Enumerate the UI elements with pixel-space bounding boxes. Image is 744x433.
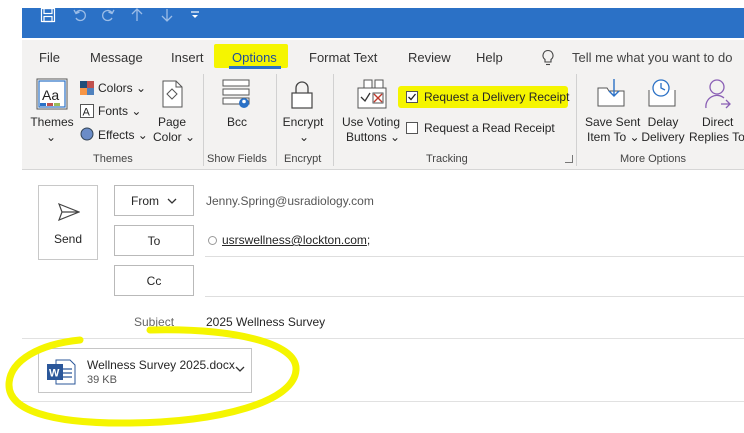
page-color-icon[interactable] (160, 80, 184, 113)
arrow-up-icon[interactable] (127, 0, 147, 30)
direct-replies-icon[interactable] (703, 78, 733, 115)
delay-delivery-icon[interactable] (647, 78, 677, 113)
page-color-label-1[interactable]: Page (150, 115, 194, 129)
send-icon (58, 203, 80, 221)
from-button[interactable]: From (114, 185, 194, 216)
tracking-group-label: Tracking (426, 153, 468, 165)
presence-icon (208, 235, 217, 245)
tab-file[interactable]: File (39, 50, 60, 65)
effects-button[interactable]: Effects ⌄ (98, 128, 148, 142)
ribbon-separator (333, 74, 334, 166)
save-sent-label-1[interactable]: Save Sent (585, 115, 640, 129)
voting-button[interactable]: Buttons ⌄ (346, 130, 400, 144)
save-icon[interactable] (38, 0, 58, 30)
tab-format-text[interactable]: Format Text (309, 50, 377, 65)
save-sent-item-icon[interactable] (596, 78, 626, 113)
read-receipt-checkbox[interactable] (406, 122, 418, 134)
to-address: usrswellness@lockton.com (222, 233, 367, 247)
tab-options[interactable]: Options (232, 50, 277, 65)
send-button[interactable]: Send (38, 185, 98, 260)
delivery-receipt-checkbox[interactable] (406, 91, 418, 103)
svg-text:A: A (83, 107, 91, 119)
colors-label: Colors (98, 81, 133, 95)
colors-button[interactable]: Colors ⌄ (98, 81, 146, 95)
tracking-dialog-launcher-icon[interactable] (565, 155, 573, 163)
chevron-down-icon (167, 198, 177, 204)
options-tab-underline (229, 66, 281, 69)
to-button[interactable]: To (114, 225, 194, 256)
lock-icon[interactable] (289, 80, 315, 115)
save-sent-button[interactable]: Item To ⌄ (587, 130, 640, 144)
tab-help[interactable]: Help (476, 50, 503, 65)
to-recipient[interactable]: usrswellness@lockton.com; (208, 233, 370, 247)
svg-text:Aa: Aa (42, 87, 59, 103)
customize-icon[interactable] (187, 0, 203, 30)
to-label: To (147, 233, 161, 248)
effects-label: Effects (98, 128, 135, 142)
effects-icon (80, 127, 94, 146)
delivery-receipt-label[interactable]: Request a Delivery Receipt (424, 90, 569, 104)
from-address: Jenny.Spring@usradiology.com (206, 194, 374, 208)
ribbon-separator (276, 74, 277, 166)
lightbulb-icon (541, 49, 555, 72)
redo-icon[interactable] (98, 0, 118, 30)
tab-review[interactable]: Review (408, 50, 451, 65)
voting-label-1[interactable]: Use Voting (340, 115, 402, 129)
fonts-icon: A (80, 104, 94, 123)
voting-icon[interactable] (356, 78, 388, 115)
attachment-highlight-circle (5, 326, 300, 427)
bcc-button-label[interactable]: Bcc (216, 115, 258, 129)
delay-label-2[interactable]: Delivery (640, 130, 686, 144)
undo-icon[interactable] (70, 0, 90, 30)
tab-insert[interactable]: Insert (171, 50, 204, 65)
fonts-label: Fonts (98, 104, 129, 118)
arrow-down-icon[interactable] (157, 0, 177, 30)
bcc-icon[interactable] (222, 78, 254, 117)
page-color-button[interactable]: Color ⌄ (153, 130, 195, 144)
show-fields-group-label: Show Fields (207, 153, 267, 165)
more-options-group-label: More Options (620, 153, 687, 165)
direct-label-2[interactable]: Replies To (689, 130, 744, 144)
from-label: From (131, 193, 159, 208)
themes-button-label[interactable]: Themes (30, 115, 74, 129)
page-color-label-2: Color (153, 130, 182, 144)
delay-label-1[interactable]: Delay (640, 115, 686, 129)
encrypt-group-label: Encrypt (284, 153, 322, 165)
ribbon-separator (203, 74, 204, 166)
to-field-underline (205, 256, 744, 257)
colors-icon (80, 81, 94, 100)
cc-label: Cc (146, 273, 162, 288)
direct-label-1[interactable]: Direct (702, 115, 733, 129)
send-label: Send (53, 232, 83, 246)
save-sent-label-2: Item To (587, 130, 627, 144)
fonts-button[interactable]: Fonts ⌄ (98, 104, 141, 118)
read-receipt-label[interactable]: Request a Read Receipt (424, 121, 555, 135)
encrypt-button-label[interactable]: Encrypt (280, 115, 326, 129)
cc-field[interactable] (205, 296, 744, 297)
encrypt-dropdown-icon[interactable]: ⌄ (299, 130, 309, 144)
voting-label-2: Buttons (346, 130, 387, 144)
themes-icon[interactable]: Aa (36, 78, 68, 115)
themes-dropdown-icon[interactable]: ⌄ (46, 130, 56, 144)
tab-message[interactable]: Message (90, 50, 143, 65)
cc-button[interactable]: Cc (114, 265, 194, 296)
tell-me-search[interactable]: Tell me what you want to do (572, 50, 732, 65)
ribbon-separator (576, 74, 577, 166)
to-separator: ; (366, 233, 371, 247)
themes-group-label: Themes (93, 153, 133, 165)
